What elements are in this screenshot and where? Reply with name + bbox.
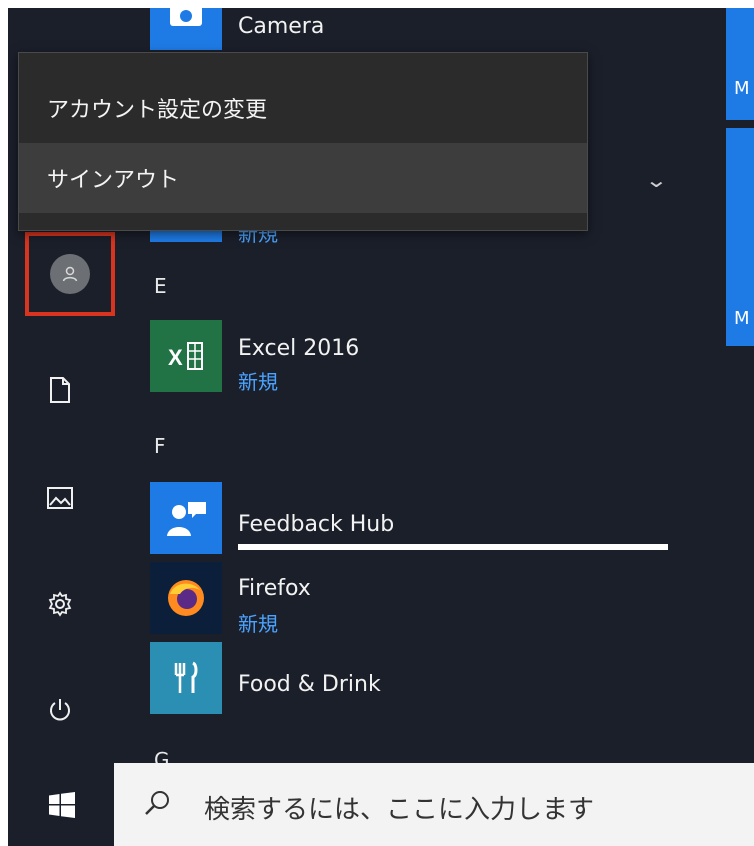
fork-knife-icon bbox=[150, 642, 222, 714]
user-account-button[interactable] bbox=[25, 232, 115, 316]
account-context-menu: アカウント設定の変更 サインアウト bbox=[18, 52, 588, 231]
start-menu: Camera 新規 E X Excel 2016 新規 F Feedback H… bbox=[8, 8, 754, 763]
windows-logo-icon bbox=[49, 791, 75, 818]
app-camera[interactable]: Camera bbox=[148, 8, 708, 50]
pictures-button[interactable] bbox=[38, 476, 82, 520]
install-progress-bar bbox=[238, 544, 668, 550]
chevron-down-icon[interactable]: ⌄ bbox=[645, 168, 668, 192]
app-excel[interactable]: X Excel 2016 新規 bbox=[148, 320, 708, 394]
start-button[interactable] bbox=[8, 763, 116, 846]
documents-button[interactable] bbox=[38, 368, 82, 412]
app-firefox[interactable]: Firefox 新規 bbox=[148, 562, 708, 636]
document-icon bbox=[50, 377, 70, 403]
excel-icon: X bbox=[150, 320, 222, 392]
live-tile[interactable]: M bbox=[726, 128, 754, 346]
power-icon bbox=[50, 699, 70, 721]
app-food-drink[interactable]: Food & Drink bbox=[148, 642, 708, 714]
live-tile[interactable]: M bbox=[726, 8, 754, 120]
app-feedback-hub[interactable]: Feedback Hub bbox=[148, 482, 708, 554]
power-button[interactable] bbox=[38, 688, 82, 732]
pictures-icon bbox=[47, 487, 73, 509]
camera-icon bbox=[150, 8, 222, 50]
search-placeholder: 検索するには、ここに入力します bbox=[204, 795, 595, 825]
settings-gear-icon bbox=[48, 591, 72, 617]
section-letter-g[interactable]: G bbox=[154, 748, 170, 763]
app-name: Feedback Hub bbox=[238, 512, 395, 537]
search-icon bbox=[144, 789, 172, 821]
app-name: Camera bbox=[238, 14, 325, 39]
app-new-label: 新規 bbox=[238, 370, 278, 394]
sign-out-item[interactable]: サインアウト bbox=[19, 143, 587, 213]
app-name: Firefox bbox=[238, 576, 311, 601]
app-name: Food & Drink bbox=[238, 672, 381, 697]
section-letter-e[interactable]: E bbox=[154, 274, 167, 298]
app-new-label: 新規 bbox=[238, 612, 278, 636]
svg-text:X: X bbox=[168, 345, 183, 370]
app-name: Excel 2016 bbox=[238, 336, 360, 361]
settings-button[interactable] bbox=[38, 582, 82, 626]
feedback-hub-icon bbox=[150, 482, 222, 554]
taskbar-search-box[interactable]: 検索するには、ここに入力します bbox=[114, 763, 754, 846]
firefox-icon bbox=[150, 562, 222, 634]
change-account-settings-item[interactable]: アカウント設定の変更 bbox=[19, 73, 587, 143]
section-letter-f[interactable]: F bbox=[154, 434, 166, 458]
user-avatar-icon bbox=[50, 254, 90, 294]
